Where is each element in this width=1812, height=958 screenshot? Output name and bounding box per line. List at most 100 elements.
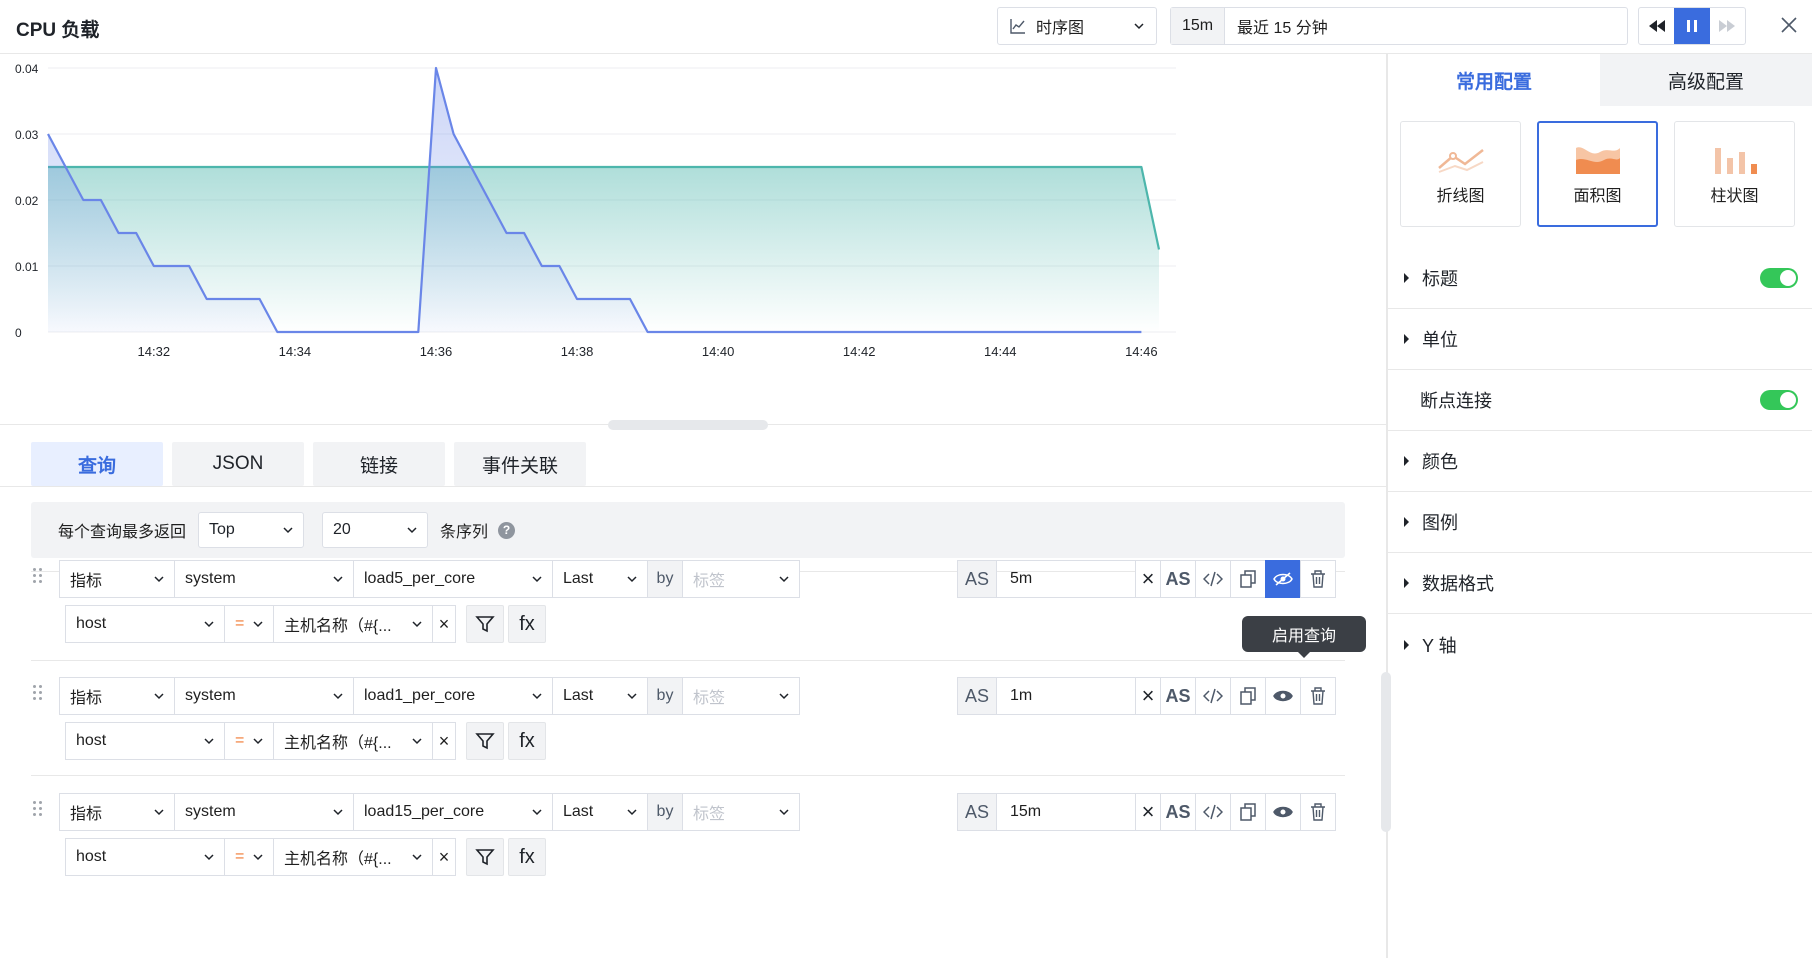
section-legend-label: 图例 — [1422, 513, 1458, 533]
aggregation-select[interactable]: Last — [552, 560, 648, 598]
y-tick-label: 0.01 — [15, 260, 39, 274]
alias-toggle-button[interactable]: AS — [1160, 677, 1196, 715]
limit-count-select[interactable]: 20 — [322, 512, 429, 548]
tab-query[interactable]: 查询 — [31, 442, 163, 486]
chart-type-area[interactable]: 面积图 — [1537, 121, 1658, 227]
chevron-down-icon — [412, 621, 422, 628]
operator-select[interactable]: = — [224, 605, 274, 643]
filter-key-select[interactable]: host — [65, 605, 225, 643]
tag-select[interactable]: 标签 — [682, 793, 800, 831]
remove-filter-button[interactable]: × — [432, 605, 456, 643]
tab-link[interactable]: 链接 — [313, 442, 445, 486]
chart-type-picker: 折线图 面积图 柱状图 — [1400, 121, 1795, 227]
metric-select[interactable]: load5_per_core — [353, 560, 553, 598]
section-data-format[interactable]: 数据格式 — [1388, 553, 1812, 614]
clear-alias-button[interactable]: × — [1135, 677, 1161, 715]
tooltip-enable-query: 启用查询 — [1242, 616, 1366, 658]
clear-alias-button[interactable]: × — [1135, 560, 1161, 598]
tab-advanced-config[interactable]: 高级配置 — [1600, 54, 1812, 106]
operator-select[interactable]: = — [224, 838, 274, 876]
remove-filter-button[interactable]: × — [432, 838, 456, 876]
alias-toggle-button[interactable]: AS — [1160, 560, 1196, 598]
filter-button[interactable] — [466, 605, 504, 643]
eye-icon — [1273, 806, 1293, 818]
toggle-visibility-button[interactable] — [1265, 677, 1301, 715]
connect-nulls-toggle[interactable] — [1760, 390, 1798, 410]
code-button[interactable] — [1195, 560, 1231, 598]
by-label: by — [647, 677, 683, 715]
drag-handle-icon[interactable] — [33, 685, 47, 705]
tag-select[interactable]: 标签 — [682, 560, 800, 598]
code-button[interactable] — [1195, 677, 1231, 715]
filter-key-select[interactable]: host — [65, 838, 225, 876]
function-button[interactable]: fx — [508, 722, 546, 760]
delete-button[interactable] — [1300, 677, 1336, 715]
copy-button[interactable] — [1230, 677, 1266, 715]
drag-handle-icon[interactable] — [33, 801, 47, 821]
section-color[interactable]: 颜色 — [1388, 431, 1812, 492]
clear-alias-button[interactable]: × — [1135, 793, 1161, 831]
filter-icon — [475, 849, 495, 866]
visualization-type-select[interactable]: 时序图 — [997, 7, 1157, 45]
filter-button[interactable] — [466, 838, 504, 876]
limit-mode-select[interactable]: Top — [198, 512, 305, 548]
delete-button[interactable] — [1300, 793, 1336, 831]
y-tick-label: 0.03 — [15, 128, 39, 142]
time-range-picker[interactable]: 15m 最近 15 分钟 — [1170, 7, 1628, 45]
chart-type-bar[interactable]: 柱状图 — [1674, 121, 1795, 227]
section-y-axis[interactable]: Y 轴 — [1388, 614, 1812, 675]
tab-json[interactable]: JSON — [172, 442, 304, 486]
code-button[interactable] — [1195, 793, 1231, 831]
copy-button[interactable] — [1230, 793, 1266, 831]
alias-input[interactable]: 1m — [996, 677, 1136, 715]
namespace-select[interactable]: system — [174, 793, 354, 831]
function-button[interactable]: fx — [508, 605, 546, 643]
namespace-select[interactable]: system — [174, 560, 354, 598]
enable-query-button[interactable] — [1265, 560, 1301, 598]
section-legend[interactable]: 图例 — [1388, 492, 1812, 553]
close-icon[interactable] — [1776, 12, 1802, 38]
chevron-down-icon — [204, 854, 214, 861]
filter-value-select[interactable]: 主机名称（#{... — [273, 605, 433, 643]
rewind-button[interactable] — [1639, 8, 1674, 44]
delete-button[interactable] — [1300, 560, 1336, 598]
source-select[interactable]: 指标 — [59, 793, 175, 831]
tag-select[interactable]: 标签 — [682, 677, 800, 715]
tab-event-correlation[interactable]: 事件关联 — [454, 442, 586, 486]
alias-toggle-button[interactable]: AS — [1160, 793, 1196, 831]
chevron-down-icon — [154, 576, 164, 583]
chevron-down-icon — [779, 576, 789, 583]
pause-button[interactable] — [1674, 8, 1710, 44]
metric-select[interactable]: load1_per_core — [353, 677, 553, 715]
alias-input[interactable]: 15m — [996, 793, 1136, 831]
filter-key-select[interactable]: host — [65, 722, 225, 760]
namespace-select[interactable]: system — [174, 677, 354, 715]
tag-placeholder: 标签 — [693, 573, 726, 590]
copy-button[interactable] — [1230, 560, 1266, 598]
aggregation-select[interactable]: Last — [552, 677, 648, 715]
fast-forward-button[interactable] — [1710, 8, 1745, 44]
toggle-visibility-button[interactable] — [1265, 793, 1301, 831]
alias-input[interactable]: 5m — [996, 560, 1136, 598]
drag-handle-icon[interactable] — [33, 568, 47, 588]
chart-type-line[interactable]: 折线图 — [1400, 121, 1521, 227]
caret-right-icon — [1404, 578, 1409, 588]
title-toggle[interactable] — [1760, 268, 1798, 288]
source-select[interactable]: 指标 — [59, 677, 175, 715]
operator-select[interactable]: = — [224, 722, 274, 760]
metric-select[interactable]: load15_per_core — [353, 793, 553, 831]
resize-handle[interactable] — [608, 420, 768, 430]
source-select[interactable]: 指标 — [59, 560, 175, 598]
filter-value-select[interactable]: 主机名称（#{... — [273, 722, 433, 760]
section-title[interactable]: 标题 — [1388, 248, 1812, 309]
section-color-label: 颜色 — [1422, 452, 1458, 472]
aggregation-select[interactable]: Last — [552, 793, 648, 831]
help-icon[interactable]: ? — [498, 521, 516, 539]
remove-filter-button[interactable]: × — [432, 722, 456, 760]
section-unit[interactable]: 单位 — [1388, 309, 1812, 370]
filter-button[interactable] — [466, 722, 504, 760]
tab-common-config[interactable]: 常用配置 — [1388, 54, 1600, 106]
function-button[interactable]: fx — [508, 838, 546, 876]
filter-value-select[interactable]: 主机名称（#{... — [273, 838, 433, 876]
query-divider — [31, 660, 1345, 661]
